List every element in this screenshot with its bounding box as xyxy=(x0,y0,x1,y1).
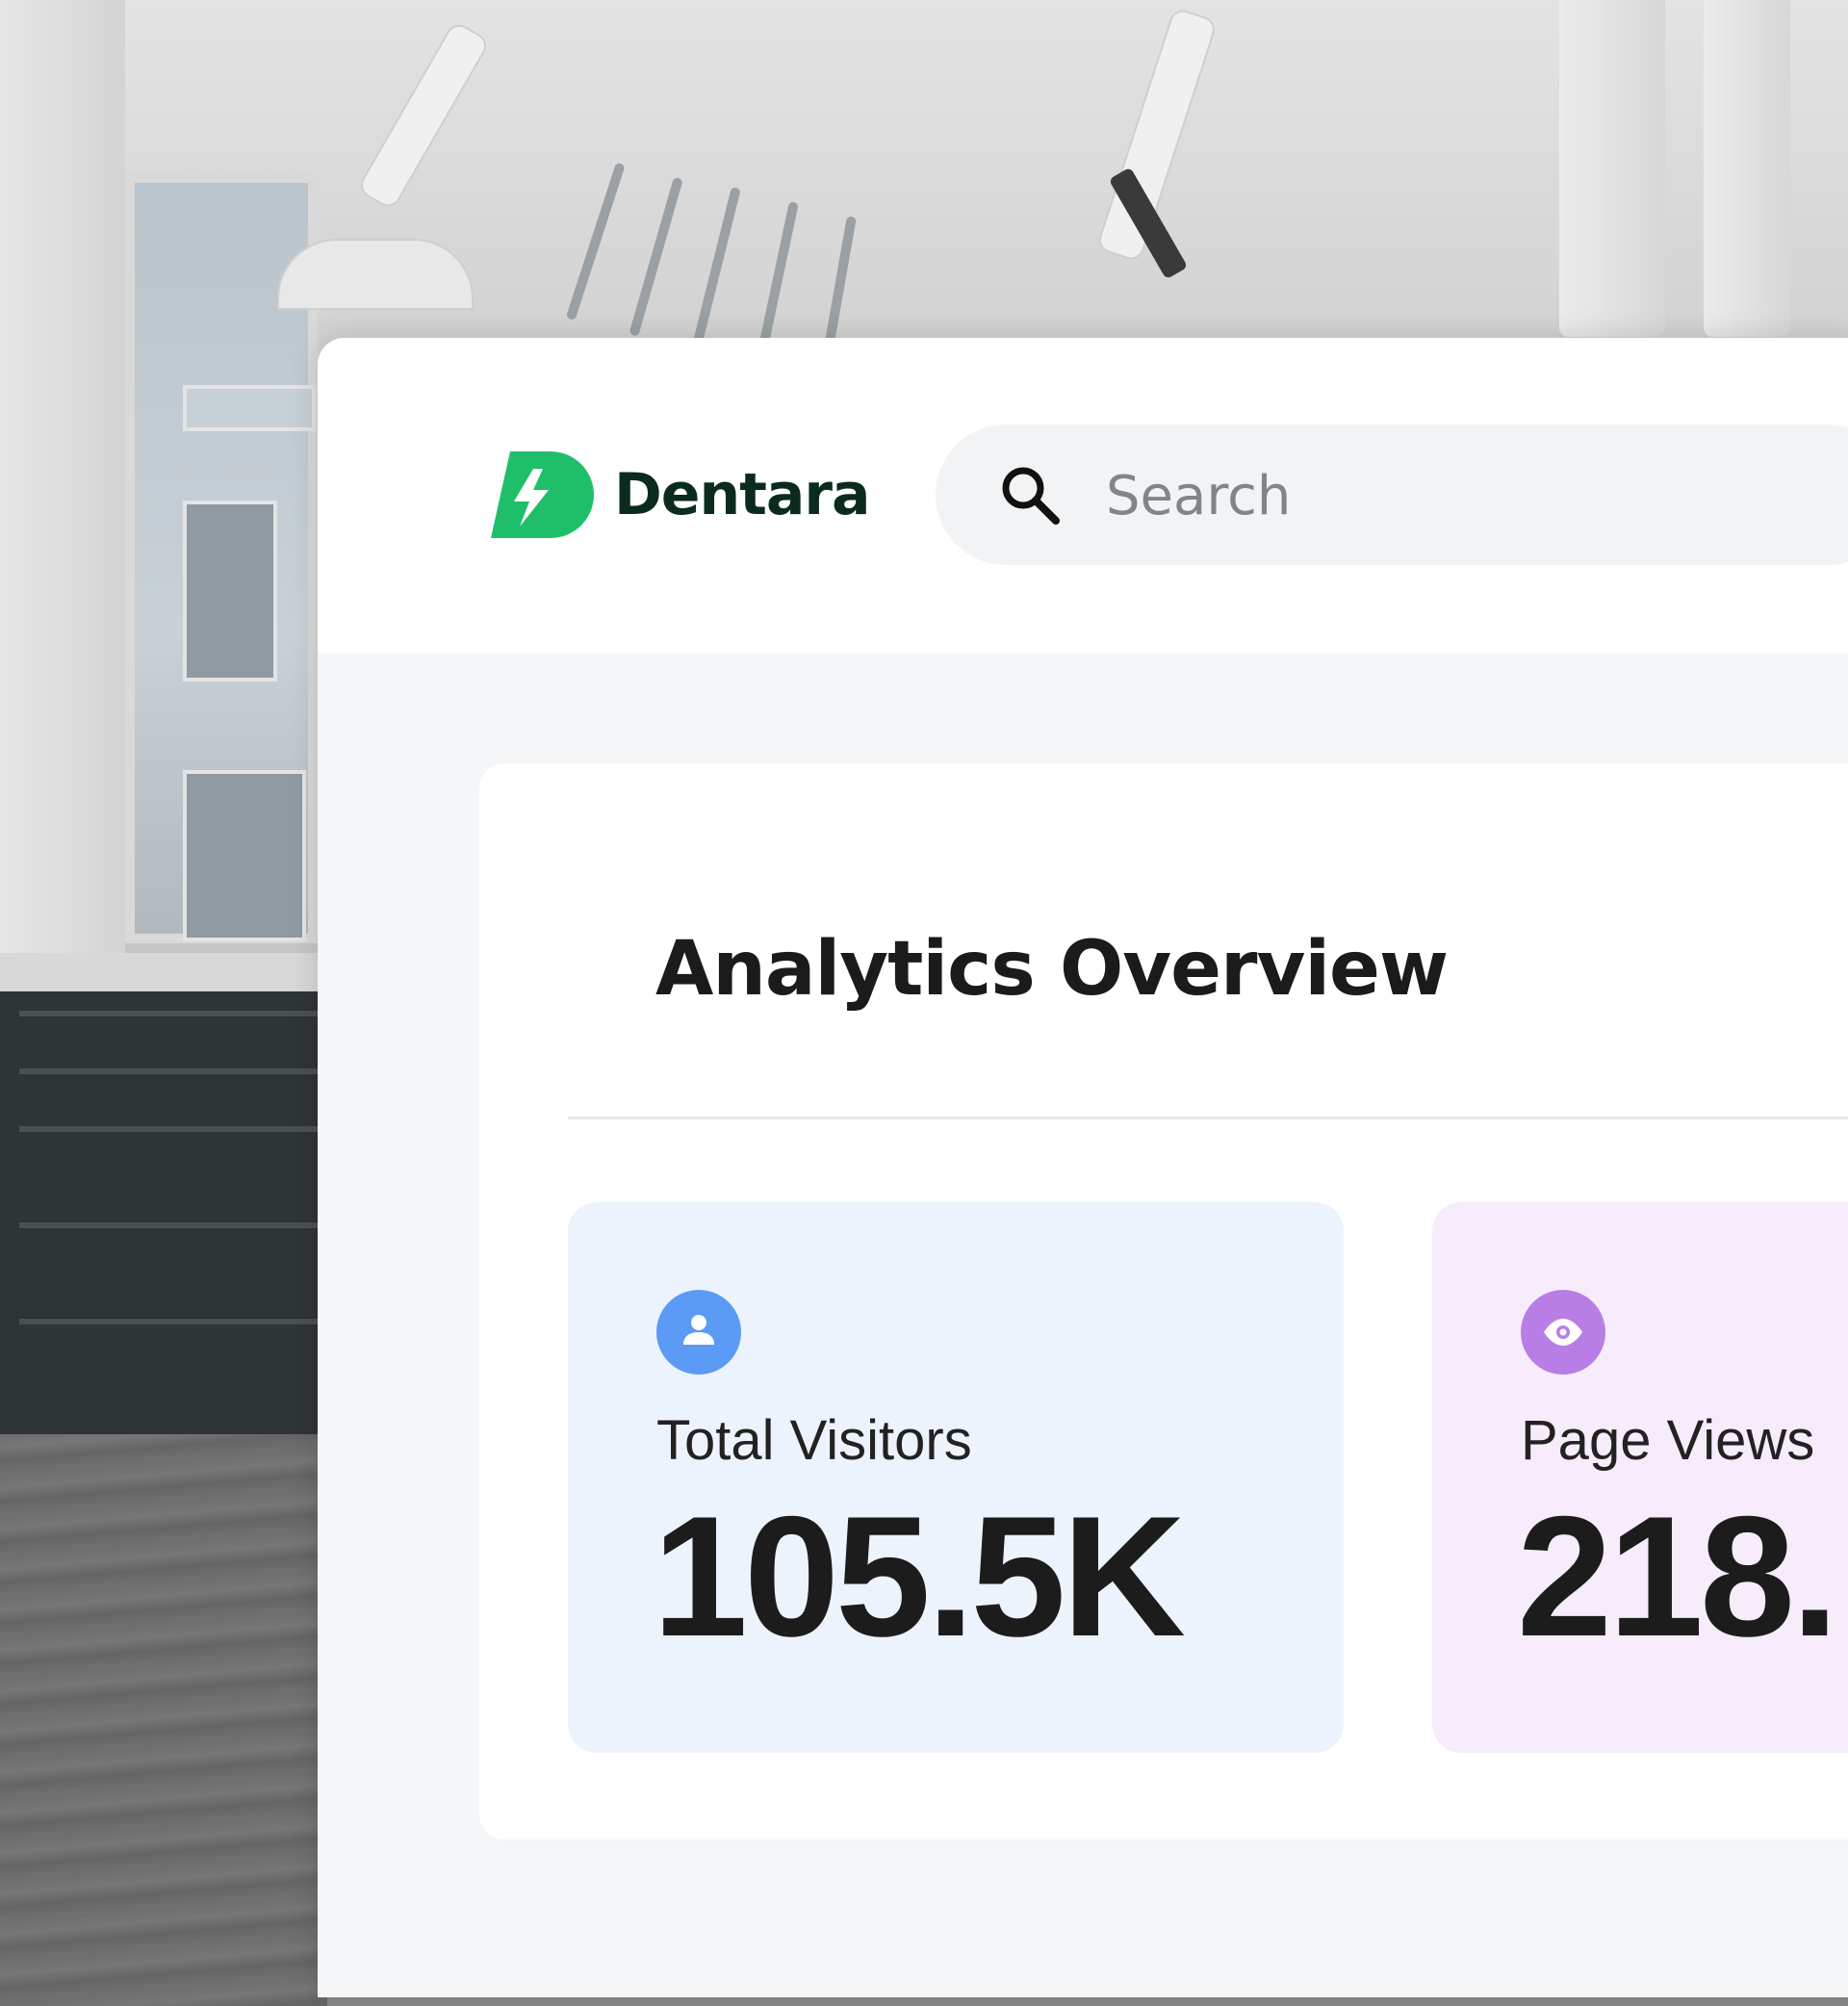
search-icon xyxy=(1002,467,1060,525)
background-drawer xyxy=(19,1222,318,1228)
background-window-pane xyxy=(183,385,316,431)
background-pillar xyxy=(1704,0,1790,337)
background-drawer xyxy=(19,1011,318,1016)
background-drawer xyxy=(19,1319,318,1324)
eye-icon xyxy=(1521,1290,1605,1375)
stat-card-total-visitors[interactable]: Total Visitors 105.5K xyxy=(568,1202,1344,1753)
analytics-panel: Analytics Overview Total Visitors 105.5K xyxy=(479,763,1848,1839)
stat-value: 105.5K xyxy=(653,1480,1186,1672)
background-lamp-head xyxy=(279,241,472,308)
app-window: Dentara Analytics Overview xyxy=(318,338,1848,1997)
background-drawer xyxy=(19,1126,318,1132)
logo-mark-icon xyxy=(491,451,594,538)
stat-value: 218. xyxy=(1517,1480,1838,1672)
stat-label: Total Visitors xyxy=(656,1409,972,1472)
stat-card-page-views[interactable]: Page Views 218. xyxy=(1432,1202,1848,1753)
background-window-pane xyxy=(183,770,306,941)
stat-label: Page Views xyxy=(1521,1409,1815,1472)
background-counter xyxy=(0,953,327,995)
user-icon xyxy=(656,1290,741,1375)
brand-logo[interactable]: Dentara xyxy=(491,451,870,538)
background-pillar xyxy=(1559,0,1665,337)
search-bar[interactable] xyxy=(936,424,1848,565)
background-column xyxy=(0,0,125,963)
screen: Dentara Analytics Overview xyxy=(0,0,1848,2006)
background-window-pane xyxy=(183,501,277,682)
top-bar: Dentara xyxy=(318,338,1848,654)
search-input[interactable] xyxy=(1104,453,1848,538)
background-cabinet xyxy=(0,991,327,1434)
main-content: Analytics Overview Total Visitors 105.5K xyxy=(318,654,1848,1997)
brand-name: Dentara xyxy=(614,461,870,528)
analytics-title: Analytics Overview xyxy=(655,926,1449,1013)
background-drawer xyxy=(19,1068,318,1074)
background-floor xyxy=(0,1434,327,2006)
divider xyxy=(568,1117,1848,1119)
